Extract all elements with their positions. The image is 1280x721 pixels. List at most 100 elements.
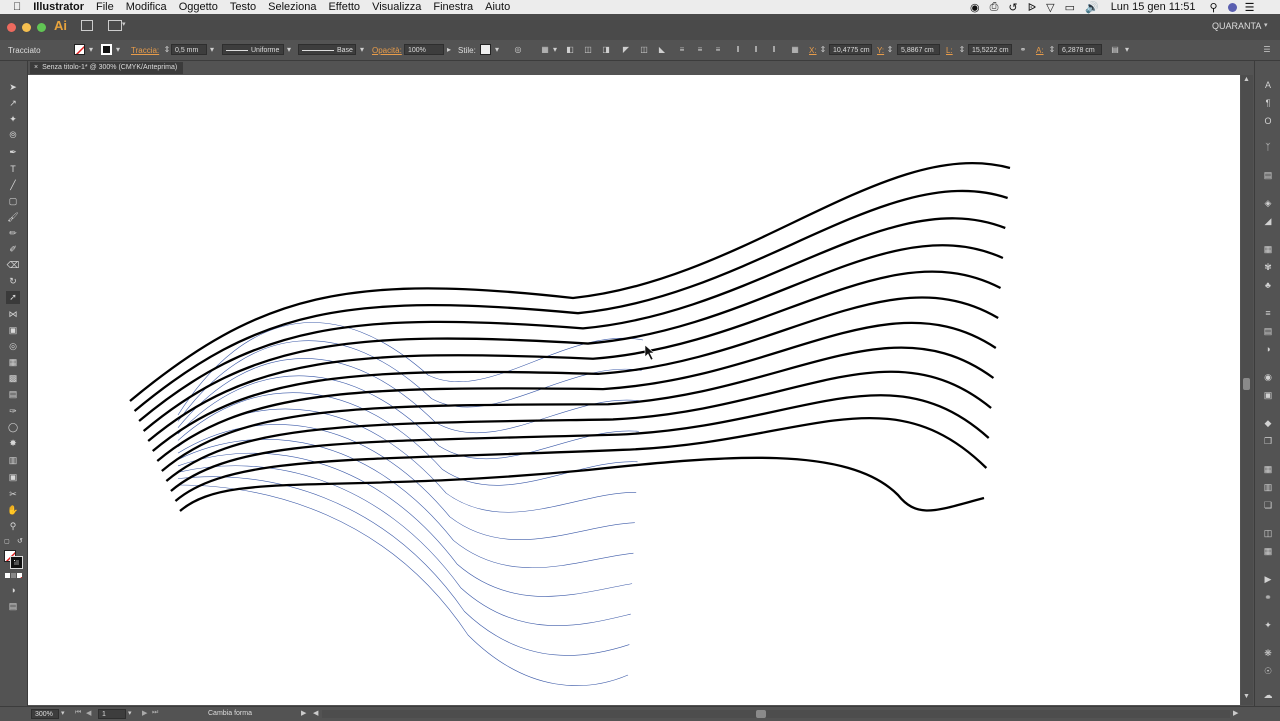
chevron-down-icon[interactable]: ▾ — [1264, 21, 1268, 29]
screen-mode-icon[interactable]: ▤ — [6, 600, 20, 613]
volume-icon[interactable]: 🔊 — [1085, 1, 1099, 14]
shape-builder-tool-icon[interactable]: ◎ — [6, 340, 20, 353]
blend-spine-path[interactable] — [177, 465, 631, 626]
stepper-icon[interactable]: ⇕ — [957, 45, 967, 55]
artboard-number-field[interactable]: 1 — [98, 709, 126, 719]
glyphs-panel-icon[interactable]: ᛉ — [1261, 141, 1275, 154]
variable-width-profile[interactable]: Uniforme — [222, 44, 284, 55]
character-panel-icon[interactable]: A — [1261, 79, 1275, 92]
default-colors-icon[interactable]: ▢ — [4, 538, 10, 545]
reshape-tool-icon[interactable]: ➚ — [6, 291, 20, 304]
transform-reference-point-icon[interactable]: ▦ — [790, 45, 800, 55]
record-icon[interactable]: ◉ — [970, 1, 980, 14]
shaper-tool-icon[interactable]: ✐ — [6, 243, 20, 256]
magic-wand-panel-icon[interactable]: ✦ — [1261, 619, 1275, 632]
pathfinder-panel-icon[interactable]: ❏ — [1261, 499, 1275, 512]
horizontal-scroll-thumb[interactable] — [756, 710, 766, 718]
perspective-grid-tool-icon[interactable]: ▦ — [6, 356, 20, 369]
document-tab[interactable]: × Senza titolo-1* @ 300% (CMYK/Anteprima) — [30, 62, 184, 74]
stroke-path[interactable] — [179, 456, 985, 512]
fill-swatch[interactable] — [74, 44, 85, 55]
chevron-down-icon[interactable]: ▾ — [128, 709, 132, 717]
rectangle-tool-icon[interactable]: ▢ — [6, 195, 20, 208]
notification-center-icon[interactable]: ☰ — [1245, 1, 1255, 14]
links-panel-icon[interactable]: ⚭ — [1261, 591, 1275, 604]
distribute-top-icon[interactable]: ≡ — [677, 45, 687, 55]
brushes-panel-icon[interactable]: ✾ — [1261, 261, 1275, 274]
image-trace-panel-icon[interactable]: ❋ — [1261, 647, 1275, 660]
width-field[interactable]: 15,5222 cm — [968, 44, 1012, 55]
graphic-style-swatch[interactable] — [480, 44, 491, 55]
zoom-tool-icon[interactable]: ⚲ — [6, 520, 20, 533]
align-horizontal-center-icon[interactable]: ◫ — [583, 45, 593, 55]
zoom-window-button[interactable] — [37, 23, 46, 32]
menu-oggetto[interactable]: Oggetto — [179, 1, 218, 13]
gradient-mode-icon[interactable] — [11, 573, 16, 578]
airplay-icon[interactable]: ▭ — [1065, 1, 1075, 14]
brush-definition[interactable]: Base — [298, 44, 356, 55]
menu-aiuto[interactable]: Aiuto — [485, 1, 510, 13]
opentype-panel-icon[interactable]: O — [1261, 115, 1275, 128]
time-machine-icon[interactable]: ↺ — [1008, 1, 1017, 14]
stepper-icon[interactable]: ⇕ — [818, 45, 828, 55]
menu-modifica[interactable]: Modifica — [126, 1, 167, 13]
scroll-right-arrow-icon[interactable]: ▶ — [1233, 709, 1238, 717]
distribute-bottom-icon[interactable]: ≡ — [713, 45, 723, 55]
opacity-label[interactable]: Opacità: — [372, 46, 402, 55]
layers-panel-icon[interactable]: ◆ — [1261, 417, 1275, 430]
chevron-down-icon[interactable]: ▾ — [284, 45, 294, 55]
pen-tool-icon[interactable]: ✒ — [6, 146, 20, 159]
last-artboard-icon[interactable]: ⏭ — [152, 709, 158, 717]
appearance-panel-icon[interactable]: ◈ — [1261, 197, 1275, 210]
align-right-icon[interactable]: ◨ — [601, 45, 611, 55]
bridge-icon[interactable] — [81, 20, 93, 31]
first-artboard-icon[interactable]: ⏮ — [75, 709, 81, 717]
align-bottom-icon[interactable]: ◣ — [657, 45, 667, 55]
hand-tool-icon[interactable]: ✋ — [6, 504, 20, 517]
magic-wand-tool-icon[interactable]: ✦ — [6, 113, 20, 126]
paintbrush-tool-icon[interactable]: 🖌 — [6, 211, 20, 224]
x-label[interactable]: X: — [809, 46, 817, 55]
recolor-artwork-icon[interactable]: ◎ — [513, 45, 523, 55]
none-mode-icon[interactable] — [17, 573, 22, 578]
selection-tool-icon[interactable]: ➤ — [6, 81, 20, 94]
menu-visualizza[interactable]: Visualizza — [372, 1, 421, 13]
stroke-path[interactable] — [133, 189, 1008, 412]
color-guide-panel-icon[interactable]: ▣ — [1261, 389, 1275, 402]
chevron-down-icon[interactable]: ▾ — [113, 45, 123, 55]
scroll-up-arrow-icon[interactable]: ▲ — [1243, 76, 1250, 83]
menu-finestra[interactable]: Finestra — [433, 1, 473, 13]
chevron-down-icon[interactable]: ▾ — [86, 45, 96, 55]
libraries-panel-icon[interactable]: ☁ — [1261, 689, 1275, 702]
align-vertical-center-icon[interactable]: ◫ — [639, 45, 649, 55]
blend-spine-path[interactable] — [177, 476, 630, 656]
apple-menu-icon[interactable]:  — [13, 1, 21, 13]
align-top-icon[interactable]: ◤ — [621, 45, 631, 55]
transform-panel-icon[interactable]: ▦ — [1261, 463, 1275, 476]
eyedropper-tool-icon[interactable]: ✑ — [6, 405, 20, 418]
stroke-path[interactable] — [170, 394, 990, 492]
y-position-field[interactable]: 5,8867 cm — [897, 44, 940, 55]
chevron-down-icon[interactable]: ▾ — [122, 20, 126, 28]
align-to-icon[interactable]: ▦ — [540, 45, 550, 55]
horizontal-scrollbar[interactable] — [322, 710, 1230, 718]
chevron-down-icon[interactable]: ▾ — [207, 45, 217, 55]
pencil-tool-icon[interactable]: ✏ — [6, 227, 20, 240]
minimize-window-button[interactable] — [22, 23, 31, 32]
stroke-label[interactable]: Traccia: — [131, 46, 159, 55]
distribute-left-icon[interactable]: ‖ — [733, 45, 743, 55]
scroll-down-arrow-icon[interactable]: ▼ — [1243, 693, 1250, 700]
constrain-proportions-icon[interactable]: ⚭ — [1018, 45, 1028, 55]
gradient-panel-icon[interactable]: ▤ — [1261, 325, 1275, 338]
lasso-tool-icon[interactable]: ⦾ — [6, 129, 20, 142]
distribute-right-icon[interactable]: ‖ — [769, 45, 779, 55]
stroke-path[interactable] — [142, 244, 1004, 432]
stepper-icon[interactable]: ⇕ — [1047, 45, 1057, 55]
stroke-swatch[interactable] — [101, 44, 112, 55]
distribute-vertical-center-icon[interactable]: ≡ — [695, 45, 705, 55]
stroke-path[interactable] — [151, 296, 999, 452]
menubar-datetime[interactable]: Lun 15 gen 11:51 — [1111, 1, 1196, 13]
transparency-panel-icon[interactable]: ◑ — [1261, 343, 1275, 356]
menu-effetto[interactable]: Effetto — [328, 1, 360, 13]
actions-panel-icon[interactable]: ▶ — [1261, 573, 1275, 586]
